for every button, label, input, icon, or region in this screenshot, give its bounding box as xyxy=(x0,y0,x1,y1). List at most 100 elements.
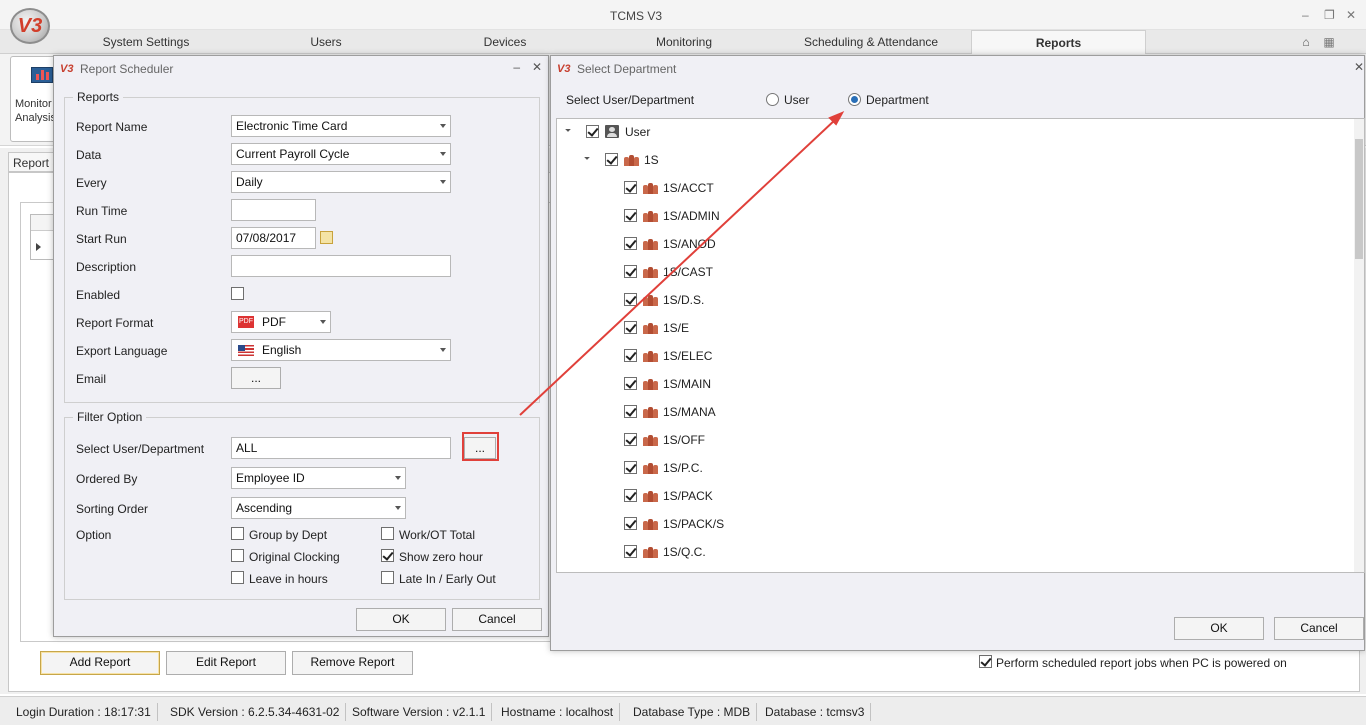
tree-node-item[interactable]: 1S/ADMIN xyxy=(663,209,720,223)
tree-node-item[interactable]: 1S/OFF xyxy=(663,433,705,447)
tree-checkbox-item[interactable] xyxy=(624,209,637,222)
sorting-order-label: Sorting Order xyxy=(76,502,149,516)
tree-checkbox-item[interactable] xyxy=(624,377,637,390)
scheduler-ok-button[interactable]: OK xyxy=(356,608,446,631)
department-cancel-button[interactable]: Cancel xyxy=(1274,617,1364,640)
run-time-input[interactable] xyxy=(231,199,316,221)
tree-checkbox-item[interactable] xyxy=(624,433,637,446)
report-format-combo[interactable]: PDF PDF xyxy=(231,311,331,333)
tree-node-1s[interactable]: 1S xyxy=(644,153,659,167)
tab-monitoring[interactable]: Monitoring xyxy=(630,30,738,54)
tree-checkbox-item[interactable] xyxy=(624,293,637,306)
tree-checkbox-item[interactable] xyxy=(624,237,637,250)
perform-jobs-checkbox[interactable] xyxy=(979,655,992,668)
edit-report-button[interactable]: Edit Report xyxy=(166,651,286,675)
restore-icon[interactable]: ❐ xyxy=(1324,8,1335,22)
monitor-analysis-button[interactable]: Monitor Analysis xyxy=(10,56,56,142)
department-ok-button[interactable]: OK xyxy=(1174,617,1264,640)
tree-node-user[interactable]: User xyxy=(625,125,650,139)
leave-in-hours-label: Leave in hours xyxy=(249,572,328,586)
tree-node-item[interactable]: 1S/E xyxy=(663,321,689,335)
description-input[interactable] xyxy=(231,255,451,277)
department-tree[interactable]: User 1S 1S/ACCT 1S/ADMIN 1S/ANOD 1S/CAST… xyxy=(556,118,1365,573)
tree-node-item[interactable]: 1S/D.S. xyxy=(663,293,704,307)
select-user-department-input[interactable]: ALL xyxy=(231,437,451,459)
tree-checkbox-item[interactable] xyxy=(624,181,637,194)
ordered-by-combo[interactable]: Employee ID xyxy=(231,467,406,489)
status-bar: Login Duration : 18:17:31 SDK Version : … xyxy=(0,696,1366,725)
tab-users[interactable]: Users xyxy=(276,30,376,54)
group-icon xyxy=(643,490,659,502)
tree-checkbox-item[interactable] xyxy=(624,517,637,530)
tab-report-scheduler[interactable]: Report S xyxy=(8,152,56,172)
collapse-icon[interactable] xyxy=(565,126,571,132)
close-icon[interactable]: ✕ xyxy=(1346,8,1356,22)
original-clocking-checkbox[interactable] xyxy=(231,549,244,562)
work-ot-total-checkbox[interactable] xyxy=(381,527,394,540)
tree-checkbox-item[interactable] xyxy=(624,461,637,474)
tree-checkbox-item[interactable] xyxy=(624,545,637,558)
every-combo[interactable]: Daily xyxy=(231,171,451,193)
collapse-icon[interactable] xyxy=(584,154,590,160)
data-combo[interactable]: Current Payroll Cycle xyxy=(231,143,451,165)
show-zero-hour-checkbox[interactable] xyxy=(381,549,394,562)
tree-node-item[interactable]: 1S/P.C. xyxy=(663,461,703,475)
tree-node-item[interactable]: 1S/ELEC xyxy=(663,349,712,363)
tab-scheduling-attendance[interactable]: Scheduling & Attendance xyxy=(790,30,952,54)
tree-node-item[interactable]: 1S/ACCT xyxy=(663,181,714,195)
remove-report-button[interactable]: Remove Report xyxy=(292,651,413,675)
report-name-combo[interactable]: Electronic Time Card xyxy=(231,115,451,137)
perform-jobs-label: Perform scheduled report jobs when PC is… xyxy=(996,656,1287,670)
tree-checkbox-item[interactable] xyxy=(624,265,637,278)
row-pointer-icon xyxy=(36,243,41,251)
tree-node-item[interactable]: 1S/MAIN xyxy=(663,377,711,391)
scheduler-cancel-button[interactable]: Cancel xyxy=(452,608,542,631)
tree-checkbox-item[interactable] xyxy=(624,405,637,418)
tab-devices[interactable]: Devices xyxy=(455,30,555,54)
export-language-value: English xyxy=(262,343,302,357)
close-icon[interactable]: ✕ xyxy=(1354,60,1364,74)
tree-checkbox-item[interactable] xyxy=(624,321,637,334)
email-button[interactable]: ... xyxy=(231,367,281,389)
layout-icon[interactable]: ▦ xyxy=(1320,30,1338,54)
tree-node-item[interactable]: 1S/Q.C. xyxy=(663,545,706,559)
late-in-early-out-checkbox[interactable] xyxy=(381,571,394,584)
report-grid[interactable] xyxy=(30,214,54,260)
monitor-analysis-label: Monitor Analysis xyxy=(15,98,55,124)
enabled-checkbox[interactable] xyxy=(231,287,244,300)
home-icon[interactable]: ⌂ xyxy=(1298,30,1314,54)
tree-checkbox-item[interactable] xyxy=(624,349,637,362)
add-report-button[interactable]: Add Report xyxy=(40,651,160,675)
tree-checkbox-item[interactable] xyxy=(624,489,637,502)
minimize-icon[interactable]: – xyxy=(1302,8,1309,22)
group-by-dept-checkbox[interactable] xyxy=(231,527,244,540)
export-language-combo[interactable]: English xyxy=(231,339,451,361)
tab-reports[interactable]: Reports xyxy=(971,30,1146,54)
sorting-order-combo[interactable]: Ascending xyxy=(231,497,406,519)
tab-system-settings[interactable]: System Settings xyxy=(86,30,206,54)
radio-department[interactable] xyxy=(848,93,861,106)
minimize-icon[interactable]: – xyxy=(513,60,520,74)
export-language-label: Export Language xyxy=(76,344,168,358)
tree-checkbox-user[interactable] xyxy=(586,125,599,138)
tree-node-item[interactable]: 1S/MANA xyxy=(663,405,716,419)
tree-node-item[interactable]: 1S/PACK/S xyxy=(663,517,724,531)
leave-in-hours-checkbox[interactable] xyxy=(231,571,244,584)
tree-scrollbar-thumb[interactable] xyxy=(1355,139,1363,259)
report-scheduler-title: Report Scheduler xyxy=(80,62,174,76)
start-run-input[interactable]: 07/08/2017 xyxy=(231,227,316,249)
filter-option-caption: Filter Option xyxy=(73,410,147,424)
tree-node-item[interactable]: 1S/PACK xyxy=(663,489,713,503)
reports-group-caption: Reports xyxy=(73,90,124,104)
work-ot-total-label: Work/OT Total xyxy=(399,528,476,542)
group-icon xyxy=(643,238,659,250)
calendar-icon[interactable] xyxy=(320,231,333,244)
tree-scrollbar[interactable] xyxy=(1354,119,1364,572)
tree-checkbox-1s[interactable] xyxy=(605,153,618,166)
radio-user[interactable] xyxy=(766,93,779,106)
status-software-version: Software Version : v2.1.1 xyxy=(346,703,493,721)
tree-node-item[interactable]: 1S/ANOD xyxy=(663,237,716,251)
close-icon[interactable]: ✕ xyxy=(532,60,542,74)
tree-node-item[interactable]: 1S/CAST xyxy=(663,265,713,279)
report-name-value: Electronic Time Card xyxy=(236,119,348,133)
